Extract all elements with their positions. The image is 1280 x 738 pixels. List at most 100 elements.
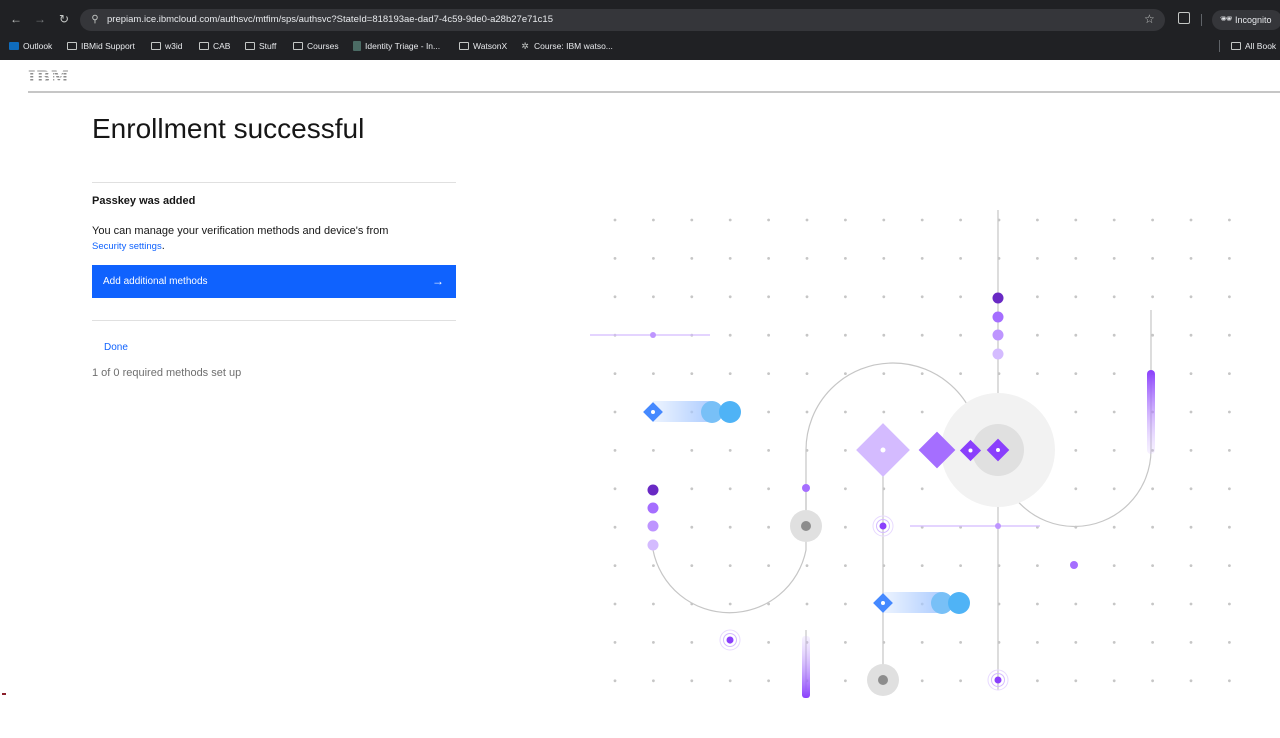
grid-dot	[882, 333, 886, 337]
grid-dot	[767, 449, 770, 452]
grid-dot	[805, 564, 809, 567]
node-dot	[995, 523, 1001, 529]
forward-arrow-icon[interactable]: →	[33, 12, 47, 26]
security-settings-link[interactable]: Security settings	[92, 241, 162, 252]
grid-dot	[690, 564, 694, 567]
grid-dot	[1151, 564, 1154, 567]
divider-top	[92, 182, 456, 183]
grid-dot	[1189, 449, 1193, 452]
grid-dot	[1074, 410, 1078, 414]
grid-dot	[1036, 333, 1039, 337]
bookmark-label: Outlook	[23, 41, 53, 51]
grid-dot	[1189, 525, 1193, 529]
site-info-icon[interactable]: ⚲	[88, 13, 102, 27]
grid-dot	[1189, 372, 1193, 375]
grid-dot	[959, 372, 962, 375]
grid-dot	[1151, 295, 1154, 299]
grid-dot	[767, 679, 770, 683]
grid-dot	[690, 525, 694, 529]
bookmark-courses[interactable]: Courses	[293, 39, 339, 53]
address-bar[interactable]: ⚲ prepiam.ice.ibmcloud.com/authsvc/mtfim…	[80, 9, 1165, 31]
bookmark-identity-triage[interactable]: Identity Triage - In...	[353, 39, 440, 53]
folder-icon	[151, 42, 161, 50]
grid-dot	[728, 333, 732, 337]
bookmark-outlook[interactable]: Outlook	[9, 39, 52, 53]
grid-dot	[1112, 487, 1116, 491]
grid-dot	[728, 525, 732, 529]
grid-dot	[959, 641, 962, 644]
grid-dot	[767, 410, 770, 414]
grid-dot	[882, 295, 886, 299]
grid-dot	[652, 564, 655, 567]
grid-dot	[844, 525, 847, 529]
grid-dot	[1151, 487, 1154, 491]
bookmark-stuff[interactable]: Stuff	[245, 39, 276, 53]
toolbar-divider	[1201, 14, 1202, 26]
grid-dot	[767, 641, 770, 644]
bookmark-label: Course: IBM watso...	[534, 41, 613, 51]
grid-dot	[1036, 372, 1039, 375]
folder-icon	[67, 42, 77, 50]
bookmark-label: CAB	[213, 41, 231, 51]
grid-dot	[959, 295, 962, 299]
grid-dot	[767, 333, 770, 337]
grid-dot	[613, 257, 617, 260]
grid-dot	[690, 372, 694, 375]
grid-dot	[1036, 218, 1039, 222]
grid-dot	[1036, 602, 1039, 606]
all-bookmarks[interactable]: All Book	[1231, 39, 1276, 53]
bookmark-w3id[interactable]: w3id	[151, 39, 182, 53]
logo-text: IBM	[28, 67, 70, 86]
bookmark-star-icon[interactable]: ☆	[1144, 12, 1155, 26]
grid-dot	[1228, 449, 1231, 452]
gray-node	[790, 510, 822, 542]
add-additional-methods-button[interactable]: Add additional methods →	[92, 265, 456, 298]
back-arrow-icon[interactable]: ←	[9, 12, 23, 26]
grid-dot	[728, 218, 732, 222]
page-title: Enrollment successful	[92, 113, 365, 144]
grid-dot	[844, 641, 847, 644]
grid-dot	[1189, 295, 1193, 299]
bookmark-ibmid-support[interactable]: IBMid Support	[67, 39, 135, 53]
grid-dot	[844, 487, 847, 491]
incognito-badge[interactable]: 🕶 Incognito	[1212, 10, 1280, 30]
grid-dot	[1112, 410, 1116, 414]
manage-methods-text: You can manage your verification methods…	[92, 224, 432, 254]
bookmarks-bar: Outlook IBMid Support w3id CAB Stuff Cou…	[0, 36, 1280, 56]
grid-dot	[690, 641, 694, 644]
grid-dot	[1228, 372, 1231, 375]
done-link[interactable]: Done	[104, 342, 128, 353]
grid-dot	[613, 372, 617, 375]
url-text[interactable]: prepiam.ice.ibmcloud.com/authsvc/mtfim/s…	[107, 13, 553, 27]
grid-dot	[613, 602, 617, 606]
bookmark-cab[interactable]: CAB	[199, 39, 230, 53]
passkey-added-heading: Passkey was added	[92, 195, 196, 207]
grid-dot	[1074, 602, 1078, 606]
grid-dot	[1189, 602, 1193, 606]
bookmark-watsonx[interactable]: WatsonX	[459, 39, 507, 53]
grid-dot	[844, 257, 847, 260]
grid-dot	[728, 487, 732, 491]
grid-dot	[1074, 333, 1078, 337]
grid-dot	[1189, 218, 1193, 222]
bookmark-course-ibm-watson[interactable]: ✲ Course: IBM watso...	[520, 39, 613, 53]
extensions-icon[interactable]	[1178, 12, 1190, 24]
ripple-node	[872, 515, 894, 537]
grid-dot	[920, 679, 924, 683]
grid-dot	[805, 257, 809, 260]
bookmark-label: Courses	[307, 41, 339, 51]
grid-dot	[882, 410, 886, 414]
grid-dot	[882, 372, 886, 375]
incognito-icon: 🕶	[1220, 14, 1233, 25]
grid-dot	[1189, 641, 1193, 644]
button-label: Add additional methods	[103, 276, 208, 287]
grid-dot	[1151, 218, 1154, 222]
grid-dot	[920, 257, 924, 260]
grid-dot	[613, 218, 617, 222]
grid-dot	[920, 487, 924, 491]
grid-dot	[959, 564, 962, 567]
reload-icon[interactable]: ↻	[57, 12, 71, 26]
doc-icon	[353, 41, 361, 51]
grid-dot	[844, 602, 847, 606]
grid-dot	[805, 295, 809, 299]
